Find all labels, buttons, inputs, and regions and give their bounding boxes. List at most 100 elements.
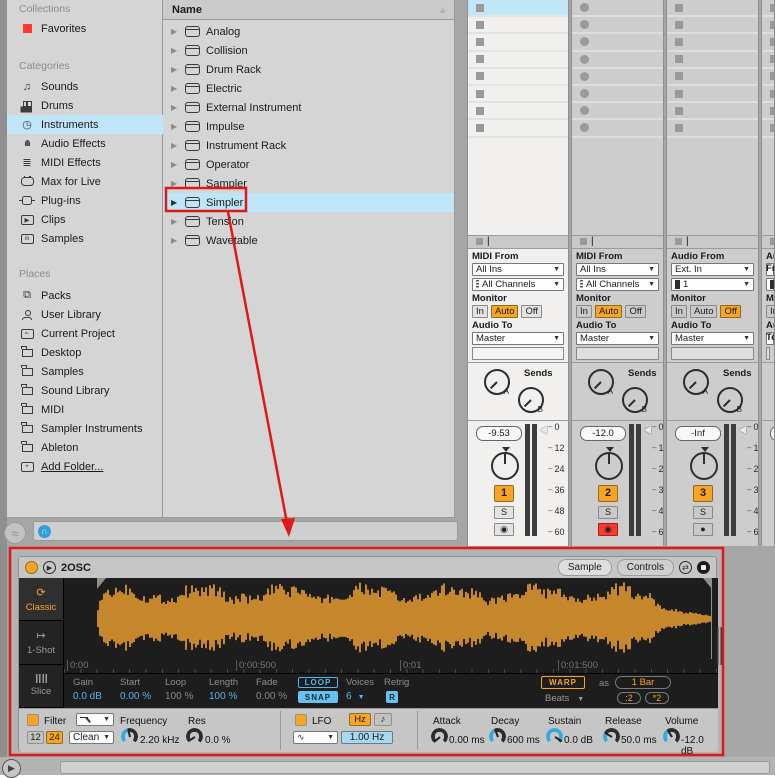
list-item-impulse[interactable]: ▶Impulse (163, 117, 454, 136)
sidebar-item-midi-effects[interactable]: ≣MIDI Effects (7, 153, 163, 172)
start-value[interactable]: 0.00 % (120, 691, 151, 702)
clip-slot[interactable] (572, 52, 663, 69)
filter-res-knob[interactable] (186, 728, 203, 745)
sidebar-item-samples-folder[interactable]: Samples (7, 362, 163, 381)
stop-slot-icon[interactable] (770, 38, 774, 46)
clip-slot[interactable] (762, 34, 774, 51)
attack-knob[interactable] (431, 728, 448, 745)
sidebar-item-current-project[interactable]: =-Current Project (7, 324, 163, 343)
arm-button[interactable]: ◉ (598, 523, 618, 536)
clip-slot[interactable] (572, 103, 663, 120)
stop-slot-icon[interactable] (476, 4, 484, 12)
fade-value[interactable]: 0.00 % (256, 691, 287, 702)
filter-slope-12-button[interactable]: 12 (27, 731, 44, 744)
sidebar-item-samples[interactable]: ılıSamples (7, 229, 163, 248)
sort-arrow-icon[interactable]: ▲ (438, 5, 447, 15)
volume-knob[interactable] (663, 728, 680, 745)
list-item-external-instrument[interactable]: ▶External Instrument (163, 98, 454, 117)
record-slot-icon[interactable] (580, 123, 589, 132)
waveform-display[interactable]: 0:00 0:00:500 0:01 0:01:500 Gain 0.0 dB … (64, 578, 718, 708)
lfo-shape-select[interactable]: ∿▼ (293, 731, 338, 744)
expand-triangle-icon[interactable]: ▶ (171, 84, 179, 93)
volume-value[interactable]: -12.0 dB (681, 735, 718, 757)
filter-frequency-knob[interactable] (121, 728, 138, 745)
device-activator-button[interactable] (25, 561, 38, 574)
record-slot-icon[interactable] (580, 106, 589, 115)
mode-classic[interactable]: ⟳Classic (19, 578, 63, 621)
volume-slider-handle[interactable] (739, 426, 746, 434)
tab-sample[interactable]: Sample (558, 559, 612, 576)
filter-frequency-value[interactable]: 2.20 kHz (140, 735, 179, 746)
filter-res-value[interactable]: 0.0 % (205, 735, 231, 746)
record-slot-icon[interactable] (580, 20, 589, 29)
arm-button[interactable]: ● (693, 523, 713, 536)
input-channel-select[interactable]: All Channels▼ (472, 278, 564, 291)
stop-slot-icon[interactable] (675, 4, 683, 12)
warp-double-button[interactable]: *2 (645, 692, 669, 704)
list-item-instrument-rack[interactable]: ▶Instrument Rack (163, 136, 454, 155)
clip-slot[interactable] (572, 69, 663, 86)
send-b-knob[interactable]: B (622, 387, 648, 413)
expand-triangle-icon[interactable]: ▶ (171, 141, 179, 150)
clip-slot[interactable] (468, 17, 568, 34)
release-knob[interactable] (603, 728, 620, 745)
output-channel-box[interactable] (576, 347, 659, 360)
clip-slot[interactable] (762, 17, 774, 34)
record-slot-icon[interactable] (580, 72, 589, 81)
clip-slot[interactable] (667, 17, 758, 34)
stop-slot-icon[interactable] (675, 21, 683, 29)
clip-stop-row[interactable]: | (468, 235, 568, 249)
clip-slot[interactable] (468, 0, 568, 17)
release-value[interactable]: 50.0 ms (621, 735, 657, 746)
stop-slot-icon[interactable] (675, 90, 683, 98)
sidebar-item-desktop[interactable]: Desktop (7, 343, 163, 362)
clip-stop-row[interactable] (762, 235, 774, 249)
send-a-knob[interactable]: A (588, 369, 614, 395)
clip-slot[interactable] (762, 103, 774, 120)
stop-slot-icon[interactable] (770, 107, 774, 115)
monitor-off-button[interactable]: Off (521, 305, 542, 318)
monitor-off-button[interactable]: Off (625, 305, 646, 318)
expand-triangle-icon[interactable]: ▶ (171, 236, 179, 245)
clip-slot[interactable] (468, 120, 568, 137)
expand-triangle-icon[interactable]: ▶ (171, 103, 179, 112)
retrig-button[interactable]: R (386, 691, 398, 703)
track-activator-button[interactable]: 3 (693, 485, 713, 502)
sidebar-item-sound-library[interactable]: Sound Library (7, 381, 163, 400)
input-type-select[interactable]: Ext. In▼ (671, 263, 754, 276)
stop-slot-icon[interactable] (675, 107, 683, 115)
loop-button[interactable]: LOOP (298, 677, 338, 688)
list-item-tension[interactable]: ▶Tension (163, 212, 454, 231)
solo-button[interactable]: S (693, 506, 713, 519)
arm-button[interactable]: ◉ (494, 523, 514, 536)
output-channel-box[interactable] (766, 347, 770, 360)
expand-triangle-icon[interactable]: ▶ (171, 46, 179, 55)
sidebar-item-sounds[interactable]: ♫Sounds (7, 77, 163, 96)
send-b-knob[interactable]: B (518, 387, 544, 413)
sidebar-item-max-for-live[interactable]: Max for Live (7, 172, 163, 191)
clip-slot[interactable] (468, 34, 568, 51)
track-level-value[interactable]: -9.53 (476, 426, 522, 441)
monitor-auto-button[interactable]: Auto (491, 305, 519, 318)
stop-slot-icon[interactable] (476, 21, 484, 29)
clip-slot[interactable] (762, 69, 774, 86)
volume-slider-handle[interactable] (540, 426, 547, 434)
output-select[interactable]: Master▼ (576, 332, 659, 345)
sidebar-item-plug-ins[interactable]: Plug-ins (7, 191, 163, 210)
warp-half-button[interactable]: :2 (617, 692, 641, 704)
clip-slot[interactable] (468, 86, 568, 103)
track-level-value[interactable]: -Inf (770, 426, 775, 441)
record-slot-icon[interactable] (580, 3, 589, 12)
hot-swap-icon[interactable]: ⇄ (679, 561, 692, 574)
sidebar-item-favorites[interactable]: Favorites (7, 19, 163, 38)
expand-triangle-icon[interactable]: ▶ (171, 217, 179, 226)
clip-slot[interactable] (667, 69, 758, 86)
preview-play-icon[interactable]: ▶ (43, 561, 56, 574)
monitor-in-button[interactable]: In (472, 305, 488, 318)
expand-triangle-icon[interactable]: ▶ (171, 160, 179, 169)
stop-slot-icon[interactable] (476, 55, 484, 63)
stop-slot-icon[interactable] (770, 72, 774, 80)
clip-slot[interactable] (572, 34, 663, 51)
clip-slot[interactable] (762, 120, 774, 137)
lfo-rate-value[interactable]: 1.00 Hz (341, 731, 393, 744)
